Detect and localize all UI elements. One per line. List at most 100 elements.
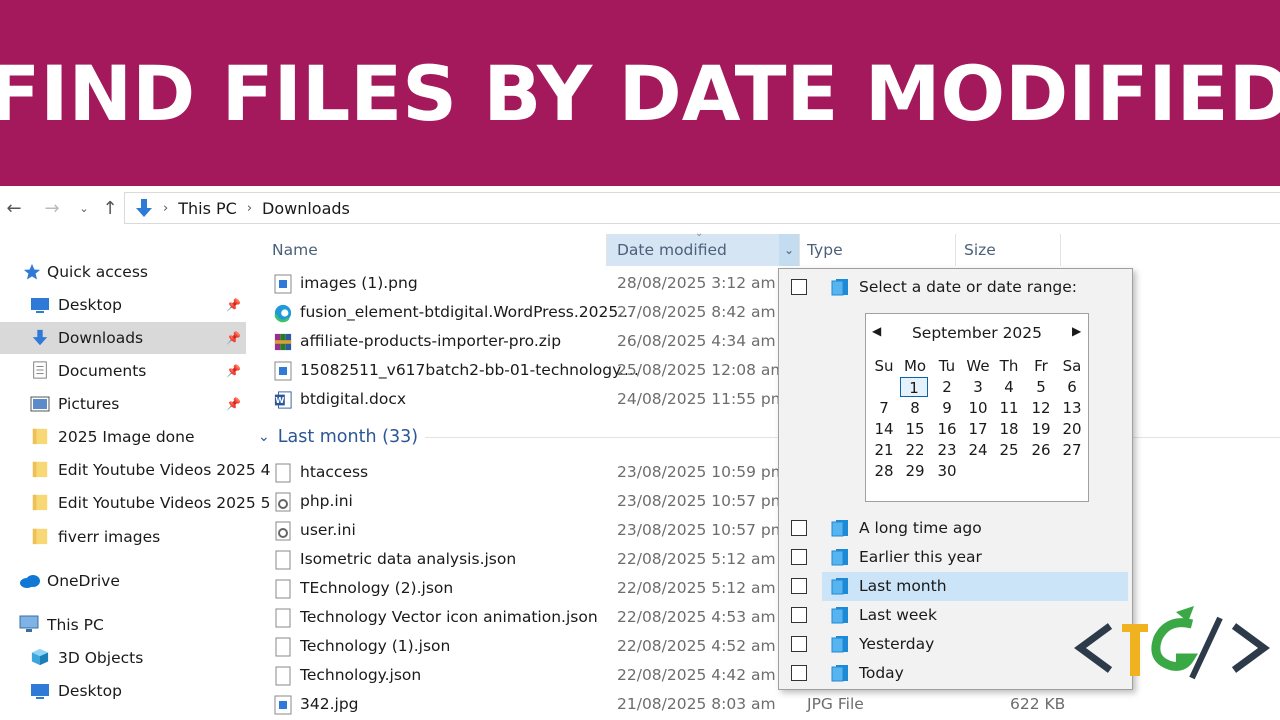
calendar-day[interactable]: 23	[932, 440, 962, 460]
forward-arrow-icon[interactable]: →	[40, 196, 64, 220]
word-document-icon: W	[274, 391, 292, 409]
next-month-arrow-icon[interactable]: ▶	[1072, 324, 1081, 338]
sidebar-item-onedrive[interactable]: OneDrive	[0, 565, 246, 597]
calendar-stack-icon	[831, 636, 848, 653]
sidebar-item-folder[interactable]: 2025 Image done	[0, 421, 246, 453]
calendar-day[interactable]: 12	[1026, 398, 1056, 418]
folder-icon	[32, 428, 48, 445]
column-divider[interactable]	[799, 234, 800, 266]
calendar-day[interactable]: 8	[900, 398, 930, 418]
calendar-day[interactable]: 10	[963, 398, 993, 418]
calendar-stack-icon	[831, 607, 848, 624]
calendar-day[interactable]: 27	[1057, 440, 1087, 460]
calendar-day[interactable]: 22	[900, 440, 930, 460]
calendar-day[interactable]: 24	[963, 440, 993, 460]
date-range-option[interactable]: Select a date or date range:	[779, 273, 1132, 302]
calendar-day[interactable]: 26	[1026, 440, 1056, 460]
column-header-date-modified[interactable]: Date modified ⌄	[607, 228, 799, 266]
path-field[interactable]: › This PC › Downloads	[124, 192, 1280, 224]
calendar-day[interactable]: 19	[1026, 419, 1056, 439]
weekday-header: Sa	[1062, 357, 1082, 375]
column-header-name[interactable]: Name	[272, 234, 602, 266]
calendar-day[interactable]: 11	[994, 398, 1024, 418]
sidebar-item-pictures[interactable]: Pictures 📌	[0, 388, 246, 420]
banner-title: FIND FILES BY DATE MODIFIED	[0, 48, 1280, 138]
weekday-header: Fr	[1034, 357, 1048, 375]
sidebar-item-3d-objects[interactable]: 3D Objects	[0, 642, 246, 674]
file-row[interactable]: 342.jpg 21/08/2025 8:03 am JPG File 622 …	[270, 690, 1090, 719]
document-icon	[33, 361, 47, 379]
sidebar-item-folder[interactable]: Edit Youtube Videos 2025 4	[0, 454, 271, 486]
calendar-day[interactable]: 25	[994, 440, 1024, 460]
calendar-day[interactable]: 7	[869, 398, 899, 418]
image-file-icon	[274, 361, 292, 381]
pin-icon: 📌	[226, 364, 241, 378]
cloud-icon	[20, 575, 40, 588]
address-bar: ← → ⌄ ↑ › This PC › Downloads	[0, 192, 1280, 224]
column-header-type[interactable]: Type	[807, 234, 957, 266]
breadcrumb-this-pc[interactable]: This PC	[178, 199, 237, 218]
sidebar-item-documents[interactable]: Documents 📌	[0, 355, 246, 387]
date-option-last-month[interactable]: Last month	[779, 572, 1132, 601]
calendar-day[interactable]: 30	[932, 461, 962, 481]
weekday-header: Tu	[938, 357, 956, 375]
column-divider[interactable]	[955, 234, 956, 266]
blank-file-icon	[275, 579, 291, 599]
recent-locations-chevron-icon[interactable]: ⌄	[72, 196, 96, 220]
calendar-stack-icon	[831, 520, 848, 537]
calendar-day[interactable]: 17	[963, 419, 993, 439]
sidebar-item-downloads[interactable]: Downloads 📌	[0, 322, 246, 354]
sidebar-item-desktop[interactable]: Desktop	[0, 675, 246, 707]
calendar-day[interactable]: 20	[1057, 419, 1087, 439]
breadcrumb-separator: ›	[163, 200, 169, 216]
group-header-last-month[interactable]: ⌄ Last month (33)	[258, 424, 418, 450]
computer-icon	[19, 615, 39, 632]
calendar-day[interactable]: 5	[1026, 377, 1056, 397]
column-divider[interactable]	[1060, 234, 1061, 266]
up-arrow-icon[interactable]: ↑	[98, 196, 122, 220]
blank-file-icon	[275, 637, 291, 657]
pin-icon: 📌	[226, 298, 241, 312]
navigation-pane: Quick access Desktop 📌 Downloads 📌 Docum…	[0, 255, 271, 720]
star-icon	[23, 263, 41, 280]
calendar-day[interactable]: 21	[869, 440, 899, 460]
calendar-day-today[interactable]: 1	[900, 377, 928, 397]
sidebar-item-folder[interactable]: fiverr images	[0, 521, 246, 553]
back-arrow-icon[interactable]: ←	[2, 196, 26, 220]
breadcrumb-separator: ›	[246, 200, 253, 216]
option-checkbox[interactable]	[791, 549, 807, 565]
sidebar-item-quick-access[interactable]: Quick access	[0, 256, 246, 288]
calendar-day[interactable]: 9	[932, 398, 962, 418]
channel-logo	[1074, 606, 1270, 680]
filter-dropdown-chevron-icon[interactable]: ⌄	[779, 234, 799, 266]
sidebar-item-desktop[interactable]: Desktop 📌	[0, 289, 246, 321]
date-option-earlier-this-year[interactable]: Earlier this year	[779, 543, 1132, 572]
calendar-day[interactable]: 18	[994, 419, 1024, 439]
option-checkbox[interactable]	[791, 520, 807, 536]
option-checkbox[interactable]	[791, 665, 807, 681]
column-header-size[interactable]: Size	[964, 234, 1060, 266]
calendar-stack-icon	[831, 279, 848, 296]
calendar-day[interactable]: 13	[1057, 398, 1087, 418]
desktop-icon	[31, 298, 49, 313]
date-option-a-long-time-ago[interactable]: A long time ago	[779, 514, 1132, 543]
calendar-day[interactable]: 15	[900, 419, 930, 439]
calendar-day[interactable]: 28	[869, 461, 899, 481]
calendar-day[interactable]: 2	[932, 377, 962, 397]
sidebar-item-this-pc[interactable]: This PC	[0, 609, 246, 641]
option-checkbox[interactable]	[791, 636, 807, 652]
weekday-header: Mo	[903, 357, 927, 375]
option-checkbox[interactable]	[791, 578, 807, 594]
calendar-day[interactable]: 29	[900, 461, 930, 481]
calendar-day[interactable]: 14	[869, 419, 899, 439]
breadcrumb-downloads[interactable]: Downloads	[262, 199, 350, 218]
option-checkbox[interactable]	[791, 607, 807, 623]
date-range-checkbox[interactable]	[791, 279, 807, 295]
calendar-day[interactable]: 16	[932, 419, 962, 439]
sidebar-item-folder[interactable]: Edit Youtube Videos 2025 5	[0, 487, 271, 519]
calendar-day[interactable]: 4	[994, 377, 1024, 397]
calendar-day[interactable]: 6	[1057, 377, 1087, 397]
calendar-stack-icon	[831, 665, 848, 682]
blank-file-icon	[275, 550, 291, 570]
calendar-day[interactable]: 3	[963, 377, 993, 397]
